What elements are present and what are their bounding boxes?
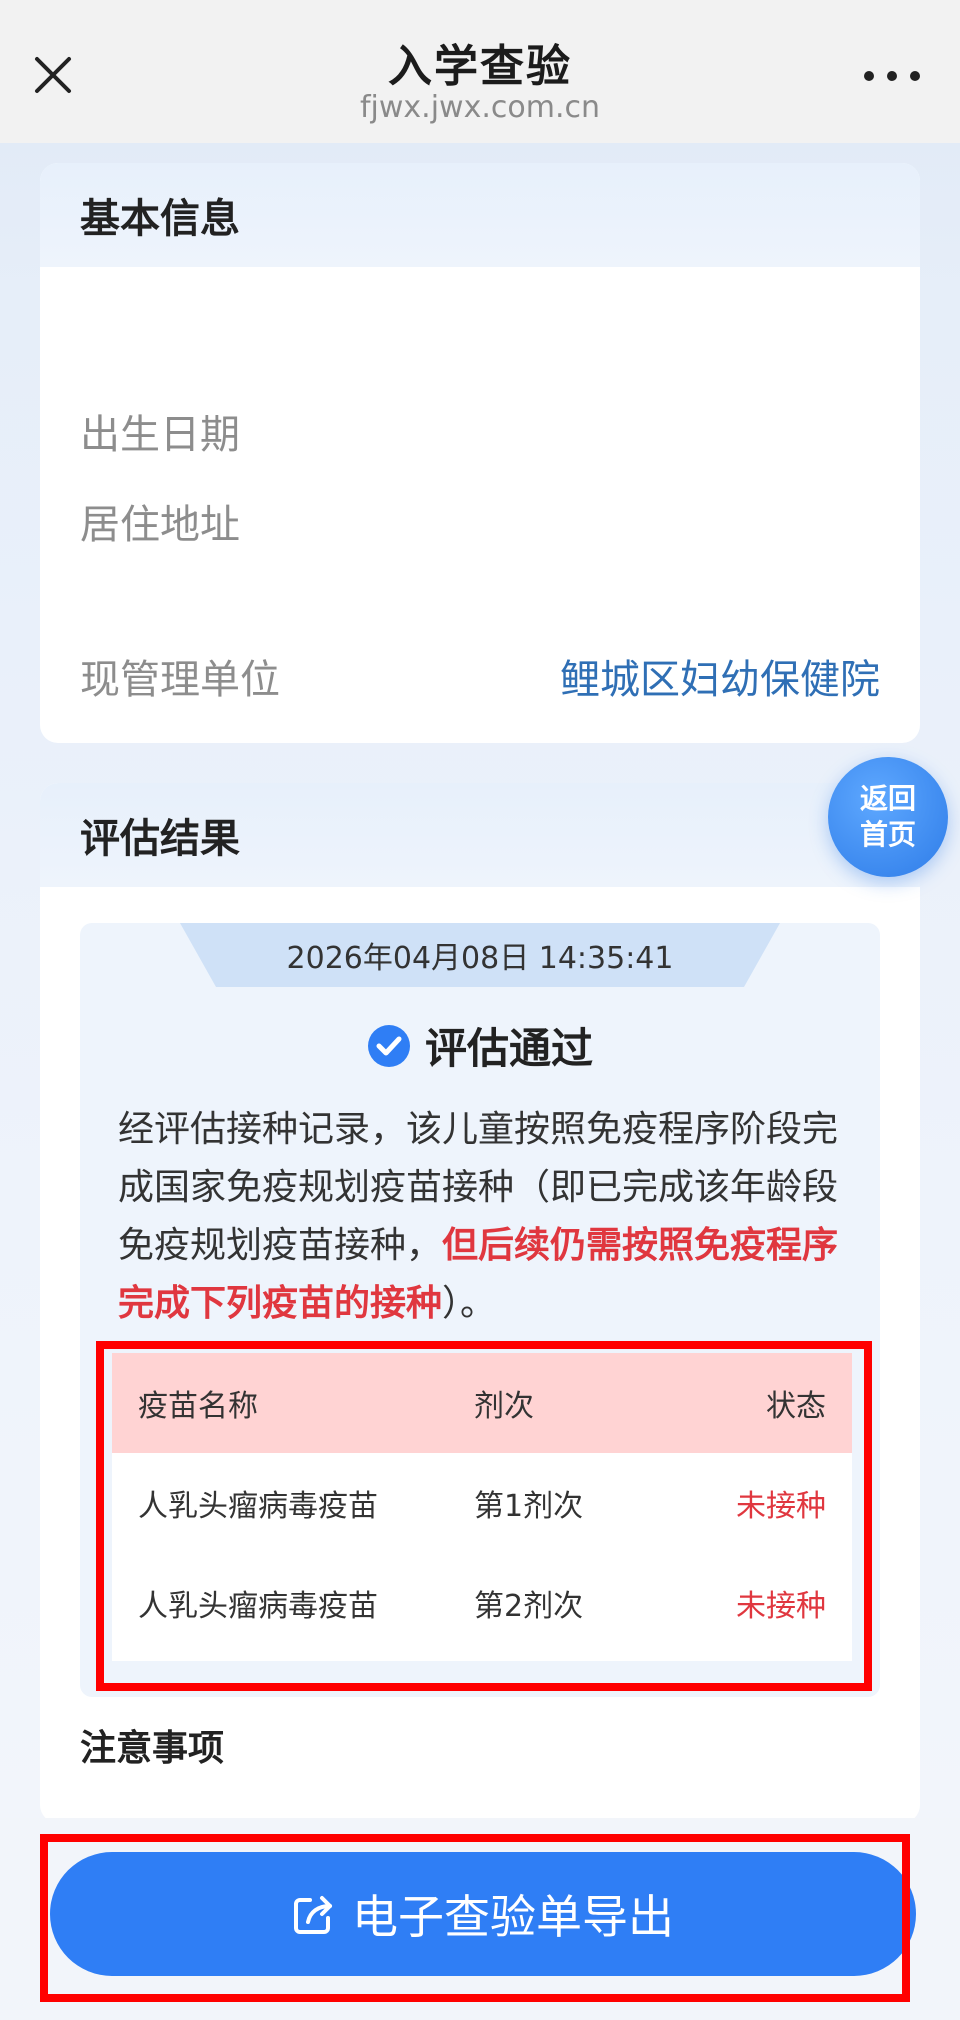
basic-info-title: 基本信息 <box>40 163 920 267</box>
assessment-timestamp: 2026年04月08日 14:35:41 <box>180 923 780 987</box>
header-dose: 剂次 <box>474 1389 534 1424</box>
back-home-line1: 返回 <box>859 782 916 815</box>
birth-date-row: 出生日期 <box>80 401 880 461</box>
header-vaccine-name: 疫苗名称 <box>138 1389 258 1424</box>
notes-title: 注意事项 <box>80 1728 225 1769</box>
basic-info-card: 基本信息 出生日期 居住地址 现管理单位 鲤城区妇幼保健院 <box>40 163 920 743</box>
more-dots-icon <box>864 71 874 81</box>
share-export-icon <box>292 1892 336 1936</box>
vaccine-dose: 第1剂次 <box>474 1489 584 1524</box>
description-end: ）。 <box>442 1283 497 1324</box>
vaccine-name: 人乳头瘤病毒疫苗 <box>138 1589 378 1624</box>
vaccine-status: 未接种 <box>736 1589 826 1624</box>
header-status: 状态 <box>766 1389 826 1424</box>
management-unit-label: 现管理单位 <box>80 657 280 703</box>
back-home-line2: 首页 <box>859 818 916 851</box>
table-header: 疫苗名称 剂次 状态 <box>112 1353 852 1453</box>
address-label: 居住地址 <box>80 502 240 548</box>
more-dot <box>910 71 920 81</box>
top-bar: 入学查验 fjwx.jwx.com.cn <box>0 0 960 143</box>
vaccine-name: 人乳头瘤病毒疫苗 <box>138 1489 378 1524</box>
vaccine-table: 疫苗名称 剂次 状态 人乳头瘤病毒疫苗 第1剂次 未接种 人乳头瘤病毒疫苗 第2… <box>112 1353 852 1661</box>
table-row: 人乳头瘤病毒疫苗 第1剂次 未接种 <box>112 1453 852 1553</box>
export-button[interactable]: 电子查验单导出 <box>50 1852 916 1976</box>
screen: 入学查验 fjwx.jwx.com.cn 基本信息 出生日期 居住地址 现管理单… <box>0 0 960 2020</box>
assessment-description: 经评估接种记录，该儿童按照免疫程序阶段完成国家免疫规划疫苗接种（即已完成该年龄段… <box>118 1101 848 1333</box>
vaccine-status: 未接种 <box>736 1489 826 1524</box>
assessment-status-text: 评估通过 <box>424 1024 593 1073</box>
vaccine-dose: 第2剂次 <box>474 1589 584 1624</box>
export-button-label: 电子查验单导出 <box>352 1890 674 1944</box>
assessment-title: 评估结果 <box>40 783 920 887</box>
management-unit-row: 现管理单位 鲤城区妇幼保健院 <box>80 641 880 711</box>
check-circle-icon <box>367 1024 411 1068</box>
birth-date-label: 出生日期 <box>80 412 240 458</box>
back-home-button[interactable]: 返回 首页 <box>828 757 948 877</box>
table-row: 人乳头瘤病毒疫苗 第2剂次 未接种 <box>112 1553 852 1653</box>
management-unit-value[interactable]: 鲤城区妇幼保健院 <box>560 647 880 705</box>
assessment-status: 评估通过 <box>80 1015 880 1076</box>
more-dot <box>887 71 897 81</box>
assessment-card: 评估结果 2026年04月08日 14:35:41 评估通过 经评估接种记录，该… <box>40 783 920 1823</box>
more-button[interactable] <box>864 62 920 90</box>
address-row: 居住地址 <box>80 491 880 551</box>
page-domain: fjwx.jwx.com.cn <box>360 90 600 125</box>
result-panel: 2026年04月08日 14:35:41 评估通过 经评估接种记录，该儿童按照免… <box>80 923 880 1697</box>
page-title: 入学查验 <box>388 41 572 92</box>
